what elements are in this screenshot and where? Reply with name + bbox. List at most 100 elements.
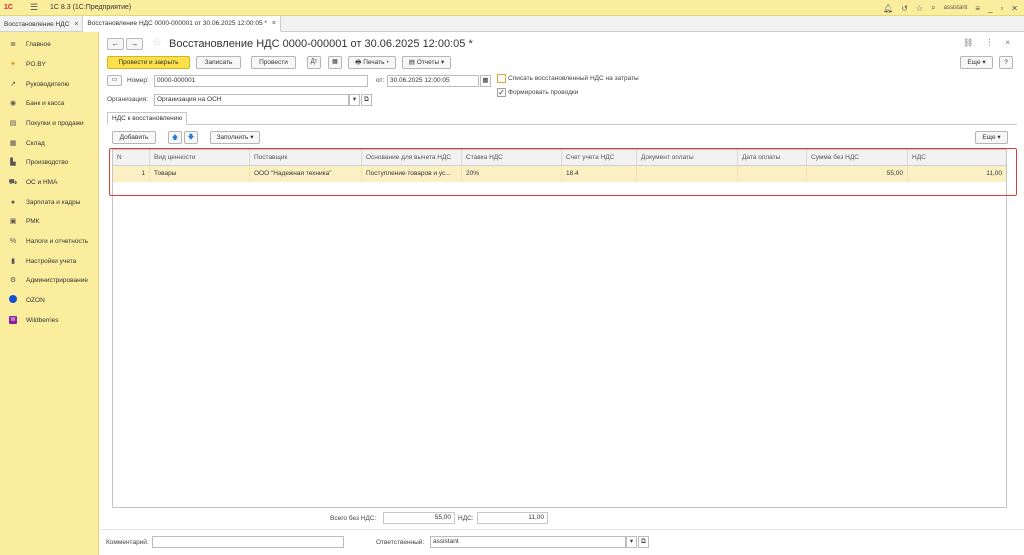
writeoff-checkbox[interactable] bbox=[497, 74, 506, 83]
organization-field[interactable]: Организация на ОСН bbox=[154, 94, 349, 106]
print-label: Печать bbox=[363, 59, 385, 66]
sidebar-item-ozon[interactable]: OZON bbox=[0, 293, 99, 307]
sidebar-item-management[interactable]: ↗ Руководителю bbox=[0, 77, 99, 91]
total-without-vat-value: 55,00 bbox=[383, 512, 455, 524]
sidebar-item-label: Настройки учета bbox=[26, 257, 77, 265]
more-label: Еще bbox=[967, 59, 981, 66]
favorites-star-icon[interactable]: ☆ bbox=[916, 4, 923, 13]
sidebar-item-fixed-assets[interactable]: ⛟ ОС и НМА bbox=[0, 175, 99, 189]
total-without-vat-label: Всего без НДС: bbox=[330, 515, 377, 522]
dropdown-arrow-icon[interactable]: ▾ bbox=[349, 94, 360, 106]
dropdown-arrow-icon[interactable]: ▾ bbox=[626, 536, 637, 548]
history-icon[interactable]: ↺ bbox=[901, 4, 908, 13]
sidebar-item-main[interactable]: ≣ Главное bbox=[0, 37, 99, 51]
highlight-frame bbox=[109, 148, 1017, 196]
more-button[interactable]: Еще ▾ bbox=[960, 56, 993, 69]
total-vat-label: НДС: bbox=[458, 515, 474, 522]
open-link-icon[interactable]: ⧉ bbox=[361, 94, 372, 106]
organization-label: Организация: bbox=[107, 96, 149, 103]
sidebar-item-warehouse[interactable]: ▦ Склад bbox=[0, 136, 99, 150]
sections-sidebar: ≣ Главное ☀ PO.BY ↗ Руководителю ◉ Банк и ка… bbox=[0, 32, 99, 555]
sidebar-item-purchases-sales[interactable]: ▤ Покупки и продажи bbox=[0, 116, 99, 130]
sidebar-item-poby[interactable]: ☀ PO.BY bbox=[0, 57, 99, 71]
sidebar-item-production[interactable]: ▙ Производство bbox=[0, 155, 99, 169]
restore-icon[interactable]: ▫ bbox=[1000, 4, 1003, 13]
forward-arrow-icon[interactable]: → bbox=[126, 38, 143, 50]
favorite-star-icon[interactable]: ☆ bbox=[152, 36, 162, 49]
post-and-close-button[interactable]: Провести и закрыть bbox=[107, 56, 190, 69]
sidebar-item-label: Администрирование bbox=[26, 276, 88, 284]
percent-icon: % bbox=[9, 237, 17, 245]
reports-button[interactable]: ▤ Отчеты ▾ bbox=[402, 56, 451, 69]
app-logo: 1С bbox=[4, 4, 13, 11]
sidebar-item-bank[interactable]: ◉ Банк и касса bbox=[0, 96, 99, 110]
current-user[interactable]: assistant bbox=[944, 5, 968, 11]
sidebar-item-rmk[interactable]: ▣ РМК bbox=[0, 214, 99, 228]
sidebar-item-taxes[interactable]: % Налоги и отчетность bbox=[0, 234, 99, 248]
number-edit-icon[interactable]: ▭ bbox=[107, 75, 122, 86]
save-button[interactable]: Записать bbox=[196, 56, 241, 69]
tab-vat-restore-document[interactable]: Восстановление НДС 0000-000001 от 30.06.… bbox=[83, 16, 281, 32]
search-icon[interactable]: ⌕ bbox=[931, 3, 935, 13]
comment-label: Комментарий: bbox=[106, 539, 149, 546]
bell-icon[interactable]: 🔔︎ bbox=[883, 4, 893, 13]
open-tabs: Восстановление НДС × Восстановление НДС … bbox=[0, 16, 1024, 32]
number-field[interactable]: 0000-000001 bbox=[154, 75, 368, 87]
sidebar-item-wildberries[interactable]: W Wildberries bbox=[0, 313, 99, 327]
dropdown-arrow-icon: ▾ bbox=[439, 59, 445, 66]
settings-menu-icon[interactable]: ≡ bbox=[975, 4, 980, 13]
cart-icon: ▤ bbox=[9, 120, 17, 127]
link-icon[interactable]: ⛓ bbox=[963, 38, 973, 47]
date-field[interactable]: 30.06.2025 12:00:05 bbox=[387, 75, 479, 87]
close-form-icon[interactable]: × bbox=[1005, 38, 1010, 47]
report-icon: ▤ bbox=[408, 59, 417, 66]
sidebar-item-label: Главное bbox=[26, 40, 51, 48]
page-title: Восстановление НДС 0000-000001 от 30.06.… bbox=[169, 38, 473, 50]
ozon-icon bbox=[9, 295, 17, 303]
comment-field[interactable] bbox=[152, 536, 344, 548]
post-button[interactable]: Провести bbox=[251, 56, 296, 69]
dt-kt-postings-icon[interactable]: Дт bbox=[307, 56, 321, 69]
minimize-icon[interactable]: _ bbox=[988, 4, 992, 13]
footer-divider bbox=[100, 529, 1024, 530]
close-window-icon[interactable]: ✕ bbox=[1011, 4, 1018, 13]
sidebar-item-administration[interactable]: ⚙ Администрирование bbox=[0, 273, 99, 287]
sidebar-item-label: OZON bbox=[26, 296, 45, 304]
tab-vat-restore-list[interactable]: Восстановление НДС × bbox=[0, 16, 84, 32]
postings-checkbox[interactable]: ✓ bbox=[497, 88, 506, 97]
register-icon: ▣ bbox=[9, 218, 17, 225]
vat-restore-table[interactable]: N Вид ценности Поставщик Основание для в… bbox=[112, 149, 1007, 508]
main-menu-icon[interactable]: ☰ bbox=[30, 2, 42, 13]
open-link-icon[interactable]: ⧉ bbox=[638, 536, 649, 548]
writeoff-label: Списать восстановленный НДС на затраты bbox=[508, 75, 639, 82]
sidebar-item-settings[interactable]: ▮ Настройки учета bbox=[0, 254, 99, 268]
fill-label: Заполнить bbox=[216, 134, 249, 141]
move-up-icon[interactable]: 🡅 bbox=[168, 131, 182, 144]
table-more-button[interactable]: Еще ▾ bbox=[975, 131, 1008, 144]
title-bar: 1С ☰ 1С 8.3 (1С:Предприятие) 🔔︎ ↺ ☆ ⌕ as… bbox=[0, 0, 1024, 16]
close-icon[interactable]: × bbox=[272, 20, 276, 27]
number-label: Номер: bbox=[127, 77, 149, 84]
sidebar-item-label: Склад bbox=[26, 139, 45, 147]
close-icon[interactable]: × bbox=[74, 21, 78, 28]
sidebar-item-salary[interactable]: ● Зарплата и кадры bbox=[0, 195, 99, 209]
tab-label: Восстановление НДС 0000-000001 от 30.06.… bbox=[87, 20, 267, 27]
add-row-button[interactable]: Добавить bbox=[112, 131, 156, 144]
print-button[interactable]: 🖶︎ Печать ▾ bbox=[348, 56, 396, 69]
help-button[interactable]: ? bbox=[999, 56, 1013, 69]
move-down-icon[interactable]: 🡇 bbox=[184, 131, 198, 144]
person-icon: ● bbox=[10, 198, 16, 206]
tab-vat-to-restore[interactable]: НДС к восстановлению bbox=[107, 112, 188, 125]
more-actions-icon[interactable]: ⋮ bbox=[985, 38, 993, 47]
document-form: ← → ☆ Восстановление НДС 0000-000001 от … bbox=[100, 32, 1024, 555]
back-arrow-icon[interactable]: ← bbox=[107, 38, 124, 50]
responsible-label: Ответственный: bbox=[376, 539, 425, 546]
date-label: от: bbox=[376, 77, 385, 84]
responsible-field[interactable]: assistant bbox=[430, 536, 626, 548]
postings-label: Формировать проводки bbox=[508, 89, 579, 96]
total-vat-value: 11,00 bbox=[477, 512, 548, 524]
structure-icon[interactable]: ▦ bbox=[328, 56, 342, 69]
calendar-icon[interactable]: ▦ bbox=[480, 75, 491, 87]
fill-button[interactable]: Заполнить ▾ bbox=[210, 131, 260, 144]
sidebar-item-label: Банк и касса bbox=[26, 99, 65, 107]
